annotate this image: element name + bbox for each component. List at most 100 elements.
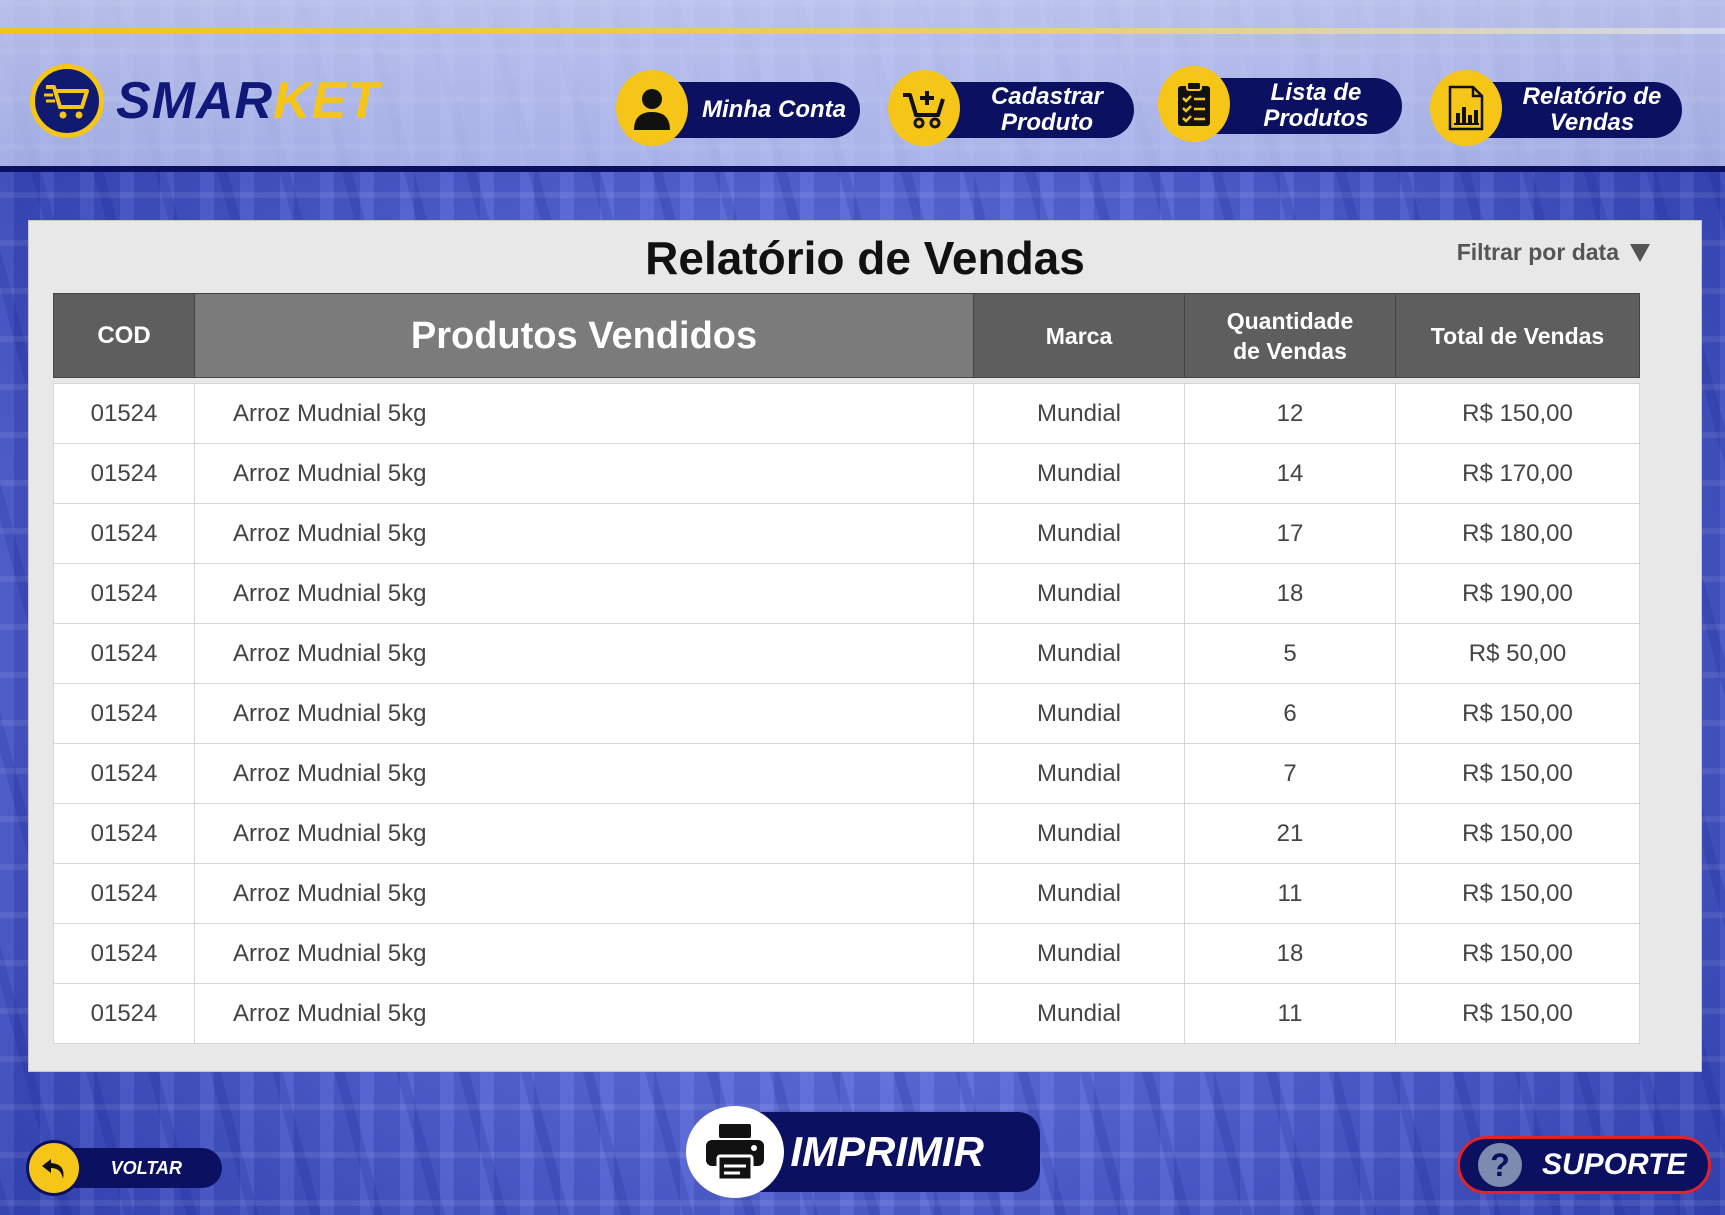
nav-lista-produtos-button[interactable]: Lista de Produtos xyxy=(1158,66,1402,142)
cell-quantidade: 14 xyxy=(1184,443,1396,504)
table-row[interactable]: 01524 Arroz Mudnial 5kg Mundial 7 R$ 150,00 xyxy=(53,743,1640,804)
cell-total: R$ 50,00 xyxy=(1395,623,1640,684)
cell-marca: Mundial xyxy=(973,563,1185,624)
table-row[interactable]: 01524 Arroz Mudnial 5kg Mundial 21 R$ 150,00 xyxy=(53,803,1640,864)
cell-cod: 01524 xyxy=(53,863,195,924)
table-header-row: COD Produtos Vendidos Marca Quantidade d… xyxy=(53,293,1640,378)
cell-produto: Arroz Mudnial 5kg xyxy=(194,383,974,444)
nav-cadastrar-produto-button[interactable]: Cadastrar Produto xyxy=(888,70,1134,146)
column-header-cod[interactable]: COD xyxy=(53,293,195,378)
page-title: Relatório de Vendas xyxy=(645,232,1085,284)
nav-relatorio-vendas-button[interactable]: Relatório de Vendas xyxy=(1430,70,1682,146)
cell-quantidade: 21 xyxy=(1184,803,1396,864)
table-row[interactable]: 01524 Arroz Mudnial 5kg Mundial 17 R$ 180,00 xyxy=(53,503,1640,564)
cell-cod: 01524 xyxy=(53,623,195,684)
table-row[interactable]: 01524 Arroz Mudnial 5kg Mundial 12 R$ 150,00 xyxy=(53,383,1640,444)
cell-produto: Arroz Mudnial 5kg xyxy=(194,503,974,564)
cell-cod: 01524 xyxy=(53,563,195,624)
cell-total: R$ 150,00 xyxy=(1395,383,1640,444)
cell-marca: Mundial xyxy=(973,923,1185,984)
cell-marca: Mundial xyxy=(973,383,1185,444)
cell-marca: Mundial xyxy=(973,623,1185,684)
top-header: SMARKET Minha Conta Cadastrar Produto Li… xyxy=(0,0,1725,172)
suporte-button[interactable]: ? SUPORTE xyxy=(1457,1136,1711,1194)
cell-marca: Mundial xyxy=(973,983,1185,1044)
cell-quantidade: 12 xyxy=(1184,383,1396,444)
cell-cod: 01524 xyxy=(53,923,195,984)
logo-text-main: SMAR xyxy=(116,72,274,130)
cell-cod: 01524 xyxy=(53,443,195,504)
user-icon xyxy=(616,70,688,146)
cell-total: R$ 150,00 xyxy=(1395,983,1640,1044)
app-logo[interactable]: SMARKET xyxy=(30,64,380,138)
table-row[interactable]: 01524 Arroz Mudnial 5kg Mundial 11 R$ 150,00 xyxy=(53,983,1640,1044)
cell-total: R$ 190,00 xyxy=(1395,563,1640,624)
voltar-button[interactable]: VOLTAR xyxy=(26,1140,222,1196)
table-row[interactable]: 01524 Arroz Mudnial 5kg Mundial 14 R$ 170,00 xyxy=(53,443,1640,504)
suporte-label: SUPORTE xyxy=(1542,1148,1687,1181)
header-accent-stripe xyxy=(0,28,1725,34)
cell-total: R$ 150,00 xyxy=(1395,683,1640,744)
table-row[interactable]: 01524 Arroz Mudnial 5kg Mundial 11 R$ 150,00 xyxy=(53,863,1640,924)
cell-produto: Arroz Mudnial 5kg xyxy=(194,443,974,504)
sales-table: COD Produtos Vendidos Marca Quantidade d… xyxy=(53,293,1640,1044)
cell-produto: Arroz Mudnial 5kg xyxy=(194,683,974,744)
printer-icon xyxy=(686,1106,784,1198)
cell-produto: Arroz Mudnial 5kg xyxy=(194,923,974,984)
cell-quantidade: 11 xyxy=(1184,983,1396,1044)
nav-lista-line2: Produtos xyxy=(1263,105,1369,132)
table-row[interactable]: 01524 Arroz Mudnial 5kg Mundial 18 R$ 190,00 xyxy=(53,563,1640,624)
table-body: 01524 Arroz Mudnial 5kg Mundial 12 R$ 150,00… xyxy=(53,383,1640,1044)
filter-label: Filtrar por data xyxy=(1456,239,1619,265)
cell-cod: 01524 xyxy=(53,803,195,864)
cell-produto: Arroz Mudnial 5kg xyxy=(194,983,974,1044)
nav-relatorio-line1: Relatório de xyxy=(1522,83,1662,110)
sales-report-panel: Relatório de Vendas Filtrar por data COD… xyxy=(28,220,1702,1072)
nav-minha-conta-button[interactable]: Minha Conta xyxy=(616,70,860,146)
cell-quantidade: 11 xyxy=(1184,863,1396,924)
imprimir-button[interactable]: IMPRIMIR xyxy=(686,1106,1040,1198)
cell-cod: 01524 xyxy=(53,503,195,564)
cell-marca: Mundial xyxy=(973,803,1185,864)
cell-marca: Mundial xyxy=(973,863,1185,924)
column-header-marca[interactable]: Marca xyxy=(973,293,1185,378)
question-icon: ? xyxy=(1478,1143,1522,1187)
nav-lista-line1: Lista de xyxy=(1270,79,1362,106)
cell-marca: Mundial xyxy=(973,683,1185,744)
cell-total: R$ 150,00 xyxy=(1395,743,1640,804)
cell-cod: 01524 xyxy=(53,743,195,804)
clipboard-list-icon xyxy=(1158,66,1230,142)
cell-total: R$ 150,00 xyxy=(1395,803,1640,864)
cell-marca: Mundial xyxy=(973,503,1185,564)
table-row[interactable]: 01524 Arroz Mudnial 5kg Mundial 18 R$ 150,00 xyxy=(53,923,1640,984)
cell-cod: 01524 xyxy=(53,983,195,1044)
column-header-produtos[interactable]: Produtos Vendidos xyxy=(194,293,974,378)
cell-cod: 01524 xyxy=(53,383,195,444)
column-header-quantidade[interactable]: Quantidade de Vendas xyxy=(1184,293,1396,378)
cell-quantidade: 7 xyxy=(1184,743,1396,804)
cell-total: R$ 170,00 xyxy=(1395,443,1640,504)
table-row[interactable]: 01524 Arroz Mudnial 5kg Mundial 5 R$ 50,00 xyxy=(53,623,1640,684)
column-header-quantidade-line1: Quantidade xyxy=(1226,307,1354,334)
column-header-total[interactable]: Total de Vendas xyxy=(1395,293,1640,378)
cart-plus-icon xyxy=(888,70,960,146)
cell-produto: Arroz Mudnial 5kg xyxy=(194,563,974,624)
cell-produto: Arroz Mudnial 5kg xyxy=(194,863,974,924)
cell-quantidade: 18 xyxy=(1184,923,1396,984)
logo-wordmark: SMARKET xyxy=(116,71,380,131)
cart-logo-icon xyxy=(30,64,104,138)
nav-cadastrar-line1: Cadastrar xyxy=(990,83,1104,110)
cell-quantidade: 5 xyxy=(1184,623,1396,684)
report-chart-icon xyxy=(1430,70,1502,146)
table-row[interactable]: 01524 Arroz Mudnial 5kg Mundial 6 R$ 150,00 xyxy=(53,683,1640,744)
cell-produto: Arroz Mudnial 5kg xyxy=(194,803,974,864)
cell-marca: Mundial xyxy=(973,743,1185,804)
cell-quantidade: 6 xyxy=(1184,683,1396,744)
cell-produto: Arroz Mudnial 5kg xyxy=(194,623,974,684)
filter-by-date-dropdown[interactable]: Filtrar por data xyxy=(1457,239,1651,266)
logo-text-accent: KET xyxy=(273,72,381,130)
column-header-quantidade-line2: de Vendas xyxy=(1233,337,1347,364)
cell-quantidade: 17 xyxy=(1184,503,1396,564)
triangle-down-icon xyxy=(1630,243,1650,262)
cell-total: R$ 180,00 xyxy=(1395,503,1640,564)
